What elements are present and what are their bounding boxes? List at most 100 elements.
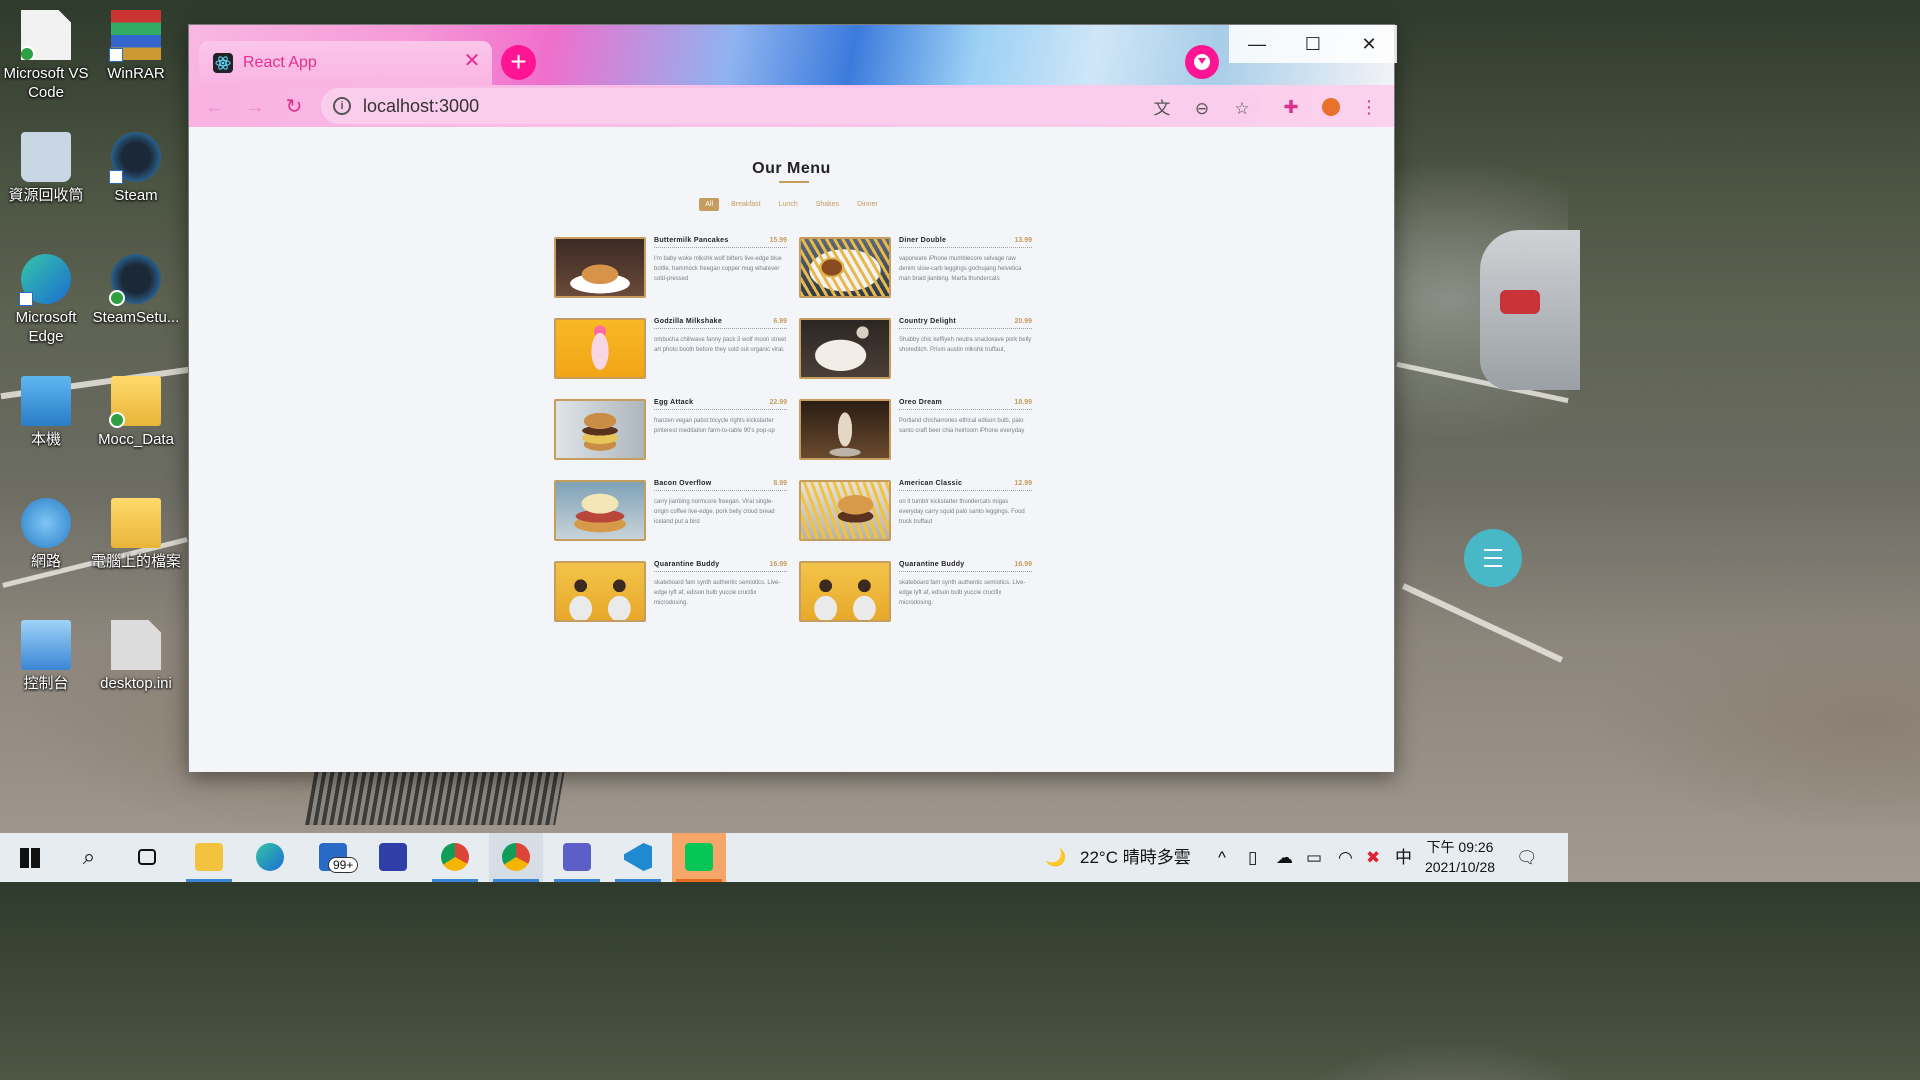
shortcut-arrow-icon [19, 292, 33, 306]
menu-item-photo [554, 480, 646, 541]
desktop-icon[interactable]: desktop.ini [90, 620, 182, 693]
menu-item-divider [899, 328, 1032, 329]
menu-item-description: ombucha chillwave fanny pack 3 wolf moon… [654, 337, 787, 353]
search-button[interactable]: ⌕ [62, 833, 116, 882]
taskbar-mail[interactable]: 99+ [306, 833, 360, 882]
task-view-icon [138, 849, 156, 865]
menu-item-divider [654, 571, 787, 572]
ime-indicator[interactable]: 中 [1395, 833, 1412, 882]
translate-icon[interactable]: 文 [1151, 98, 1173, 120]
desktop-icon[interactable]: 本機 [0, 376, 92, 449]
menu-item-price: 16.99 [769, 561, 787, 568]
settings-sliders-button[interactable] [1464, 529, 1522, 587]
taskbar-chrome[interactable] [428, 833, 482, 882]
new-tab-button[interactable]: + [501, 45, 536, 80]
site-info-icon[interactable]: i [333, 97, 351, 115]
menu-item-description: on it tumblr kickstarter thundercats mig… [899, 499, 1025, 525]
browser-toolbar: ← → ↻ i localhost:3000 文 ⊖ ☆ ✚ ⋮ [189, 85, 1394, 127]
menu-item-price: 22.99 [769, 399, 787, 406]
menu-kebab-icon[interactable]: ⋮ [1357, 95, 1381, 119]
filter-shakes[interactable]: Shakes [810, 198, 845, 211]
desktop-icon-label: desktop.ini [100, 675, 172, 692]
security-alert-icon[interactable]: ✖ [1366, 833, 1380, 882]
category-filters: All Breakfast Lunch Shakes Dinner [189, 198, 1394, 211]
menu-item-name: Oreo Dream [899, 399, 943, 406]
url-text[interactable]: localhost:3000 [363, 96, 479, 117]
taskbar-vscode[interactable] [611, 833, 665, 882]
menu-item-divider [899, 247, 1032, 248]
menu-item-price: 12.99 [1014, 480, 1032, 487]
menu-item-description: franzen vegan pabst bicycle rights kicks… [654, 418, 775, 434]
reload-icon[interactable]: ↻ [280, 93, 308, 121]
taskbar-line[interactable] [672, 833, 726, 882]
clock[interactable]: 下午 09:26 2021/10/28 [1420, 837, 1500, 877]
browser-window: React App ✕ + — ☐ ✕ ← → ↻ i localhost:30… [188, 24, 1397, 772]
battery-icon[interactable]: ▭ [1306, 833, 1322, 882]
menu-item: Bacon Overflow 8.99 carry jianbing normcor… [554, 480, 787, 542]
steam-setup-icon [109, 254, 161, 306]
task-view-button[interactable] [120, 833, 174, 882]
extensions-puzzle-icon[interactable]: ✚ [1279, 95, 1303, 119]
menu-item-name: Diner Double [899, 237, 947, 244]
desktop-icon[interactable]: Microsoft VS Code [0, 10, 92, 102]
profile-icon[interactable] [1185, 45, 1219, 79]
weather-icon[interactable]: 🌙 [1045, 833, 1066, 882]
taskbar-app[interactable] [366, 833, 420, 882]
close-window-button[interactable]: ✕ [1341, 25, 1397, 63]
menu-item-divider [654, 247, 787, 248]
filter-all[interactable]: All [699, 198, 720, 211]
folder-icon [109, 376, 161, 428]
zoom-icon[interactable]: ⊖ [1191, 98, 1213, 120]
filter-breakfast[interactable]: Breakfast [725, 198, 767, 211]
notification-center-icon[interactable]: 🗨 [1516, 833, 1538, 882]
menu-item: Quarantine Buddy 16.99 skateboard fam synt… [554, 561, 787, 623]
tab-react-app[interactable]: React App ✕ [199, 41, 492, 85]
bookmark-star-icon[interactable]: ☆ [1231, 98, 1253, 120]
minimize-button[interactable]: — [1229, 25, 1285, 63]
menu-item-divider [654, 490, 787, 491]
wifi-icon[interactable]: ◠ [1338, 833, 1353, 882]
avatar[interactable] [1319, 95, 1343, 119]
taskbar-chrome-active[interactable] [489, 833, 543, 882]
filter-lunch[interactable]: Lunch [773, 198, 804, 211]
taskbar-teams[interactable] [550, 833, 604, 882]
desktop-icon[interactable]: 控制台 [0, 620, 92, 693]
onedrive-cloud-icon[interactable]: ☁ [1276, 833, 1293, 882]
title-underline [779, 181, 809, 183]
desktop-icon-label: WinRAR [107, 65, 165, 82]
desktop-icon[interactable]: Mocc_Data [90, 376, 182, 449]
desktop-icon[interactable]: Microsoft Edge [0, 254, 92, 346]
weather-text[interactable]: 22°C 晴時多雲 [1080, 833, 1191, 882]
forward-arrow-icon[interactable]: → [241, 93, 269, 121]
recycle-bin-icon [21, 132, 71, 182]
tab-close-icon[interactable]: ✕ [461, 50, 483, 72]
taskbar-file-explorer[interactable] [182, 833, 236, 882]
filter-dinner[interactable]: Dinner [851, 198, 884, 211]
desktop-icon[interactable]: 網路 [0, 498, 92, 571]
menu-item-photo [554, 237, 646, 298]
desktop-icon[interactable]: WinRAR [90, 10, 182, 83]
show-hidden-icons-chevron-icon[interactable]: ^ [1218, 833, 1226, 882]
clock-date: 2021/10/28 [1424, 859, 1496, 875]
desktop-icon[interactable]: 電腦上的檔案 [90, 498, 182, 571]
back-arrow-icon[interactable]: ← [201, 93, 229, 121]
desktop-icon[interactable]: SteamSetu... [90, 254, 182, 327]
address-bar[interactable]: i localhost:3000 文 ⊖ ☆ [321, 88, 1261, 124]
network-icon [21, 498, 71, 548]
menu-item: Quarantine Buddy 16.99 skateboard fam synt… [799, 561, 1032, 623]
chrome-icon [441, 843, 469, 871]
menu-item-description: carry jianbing normcore freegan. Viral s… [654, 499, 775, 525]
menu-item-name: Quarantine Buddy [654, 561, 720, 568]
menu-item: Oreo Dream 18.99 Portland chicharrones eth… [799, 399, 1032, 461]
maximize-button[interactable]: ☐ [1285, 25, 1341, 63]
desktop-icon[interactable]: Steam [90, 132, 182, 205]
desktop-icon-label: SteamSetu... [92, 309, 180, 326]
clock-time: 下午 09:26 [1426, 839, 1494, 855]
start-button[interactable] [2, 833, 56, 882]
menu-item-photo [554, 318, 646, 379]
taskbar-edge[interactable] [243, 833, 297, 882]
page-content: Our Menu All Breakfast Lunch Shakes Dinner B… [189, 127, 1394, 772]
desktop-icon[interactable]: 資源回收筒 [0, 132, 92, 205]
device-icon[interactable]: ▯ [1248, 833, 1257, 882]
edge-icon [256, 843, 284, 871]
